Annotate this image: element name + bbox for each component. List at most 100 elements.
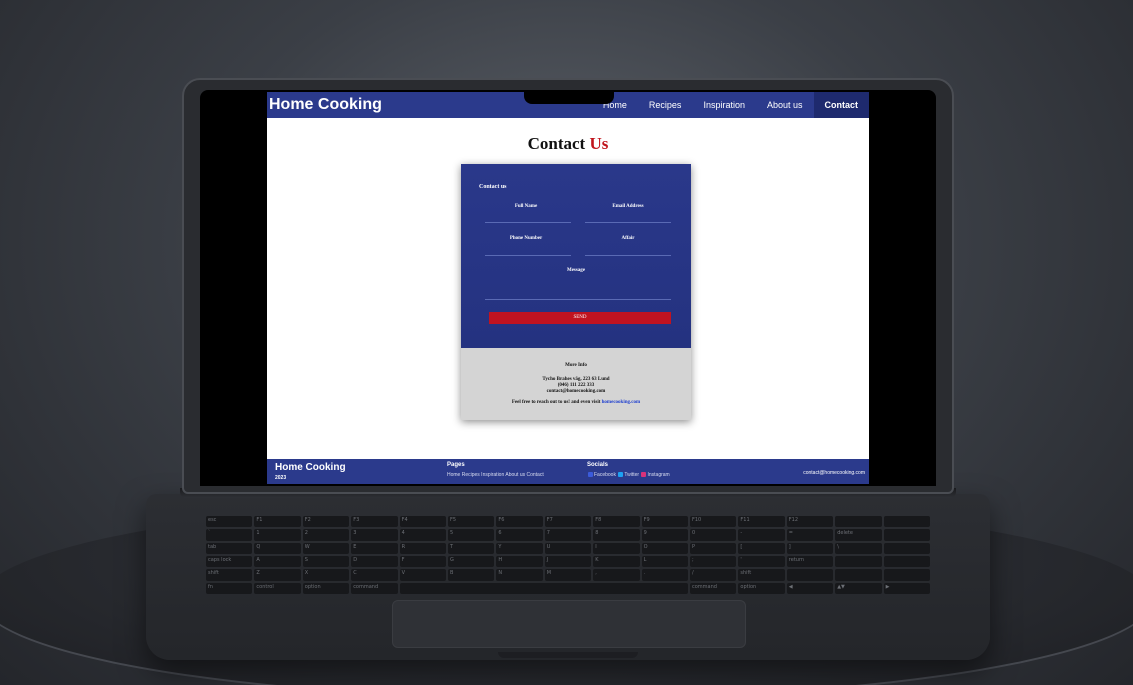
keyboard-key[interactable]: 2 bbox=[302, 529, 350, 541]
keyboard-key[interactable]: tab bbox=[206, 542, 253, 554]
twitter-icon[interactable] bbox=[618, 472, 624, 478]
instagram-icon[interactable] bbox=[641, 472, 647, 478]
keyboard-key[interactable] bbox=[883, 569, 930, 581]
keyboard-key[interactable]: S bbox=[302, 555, 350, 568]
keyboard-key[interactable]: ▶ bbox=[883, 582, 930, 594]
phone-input[interactable] bbox=[485, 255, 571, 256]
footer-pages-links[interactable]: Home Recipes Inspiration About us Contac… bbox=[447, 472, 544, 478]
keyboard-key[interactable]: ' bbox=[738, 555, 785, 568]
keyboard-key[interactable]: F9 bbox=[641, 516, 688, 528]
keyboard-key[interactable]: O bbox=[641, 542, 688, 554]
keyboard-key[interactable]: N bbox=[496, 569, 543, 581]
keyboard-key[interactable]: / bbox=[690, 569, 737, 581]
keyboard-key[interactable]: ▲▼ bbox=[835, 582, 882, 594]
keyboard-key[interactable]: ◀ bbox=[786, 582, 834, 594]
keyboard-key[interactable]: F8 bbox=[593, 516, 640, 528]
keyboard-key[interactable]: 5 bbox=[448, 529, 495, 541]
keyboard-key[interactable]: L bbox=[641, 555, 688, 568]
keyboard-key[interactable] bbox=[835, 516, 882, 528]
facebook-icon[interactable] bbox=[588, 472, 593, 478]
keyboard-key[interactable]: ; bbox=[690, 555, 737, 568]
keyboard-key[interactable]: . bbox=[641, 569, 688, 581]
keyboard-key[interactable]: C bbox=[351, 569, 398, 581]
keyboard-key[interactable]: ] bbox=[786, 542, 834, 554]
keyboard-key[interactable]: R bbox=[399, 542, 446, 554]
keyboard-key[interactable] bbox=[883, 542, 930, 554]
message-textarea[interactable] bbox=[485, 279, 671, 300]
keyboard-key[interactable]: F3 bbox=[351, 516, 398, 528]
keyboard-key[interactable]: command bbox=[690, 582, 737, 594]
keyboard-key[interactable]: T bbox=[448, 542, 495, 554]
keyboard-key[interactable]: F11 bbox=[738, 516, 785, 528]
keyboard-key[interactable]: command bbox=[351, 582, 398, 594]
keyboard-key[interactable]: D bbox=[351, 555, 398, 568]
keyboard-key[interactable]: F2 bbox=[302, 516, 350, 528]
keyboard-key[interactable]: - bbox=[738, 529, 785, 541]
keyboard-key[interactable]: F4 bbox=[399, 516, 446, 528]
keyboard-key[interactable]: A bbox=[254, 555, 301, 568]
keyboard-key[interactable]: [ bbox=[738, 542, 785, 554]
twitter-link[interactable]: Twitter bbox=[624, 472, 639, 478]
full-name-input[interactable] bbox=[485, 222, 571, 223]
info-cta-link[interactable]: homecooking.com bbox=[602, 400, 640, 405]
keyboard-key[interactable]: K bbox=[593, 555, 640, 568]
keyboard-key[interactable]: return bbox=[786, 555, 834, 568]
keyboard-key[interactable]: B bbox=[448, 569, 495, 581]
keyboard-key[interactable]: 4 bbox=[399, 529, 446, 541]
keyboard-key[interactable]: F5 bbox=[448, 516, 495, 528]
keyboard-key[interactable] bbox=[883, 555, 930, 568]
nav-recipes[interactable]: Recipes bbox=[638, 92, 693, 118]
keyboard-key[interactable]: shift bbox=[206, 569, 253, 581]
site-brand[interactable]: Home Cooking bbox=[269, 96, 382, 114]
keyboard-key[interactable]: W bbox=[302, 542, 350, 554]
keyboard-key[interactable] bbox=[835, 555, 882, 568]
keyboard-key[interactable]: caps lock bbox=[206, 555, 253, 568]
keyboard-key[interactable]: F6 bbox=[496, 516, 543, 528]
keyboard-key[interactable]: 3 bbox=[351, 529, 398, 541]
keyboard-key[interactable]: F10 bbox=[690, 516, 737, 528]
keyboard-key[interactable]: \ bbox=[835, 542, 882, 554]
keyboard-key[interactable]: control bbox=[254, 582, 301, 594]
affair-input[interactable] bbox=[585, 255, 671, 256]
trackpad[interactable] bbox=[392, 600, 746, 648]
keyboard-key[interactable]: M bbox=[544, 569, 592, 581]
keyboard-key[interactable]: V bbox=[399, 569, 446, 581]
keyboard-key[interactable]: 0 bbox=[690, 529, 737, 541]
nav-about-us[interactable]: About us bbox=[756, 92, 814, 118]
keyboard-key[interactable]: option bbox=[738, 582, 785, 594]
keyboard-key[interactable]: 9 bbox=[641, 529, 688, 541]
keyboard-key[interactable]: G bbox=[448, 555, 495, 568]
keyboard-key[interactable]: F7 bbox=[544, 516, 592, 528]
nav-contact[interactable]: Contact bbox=[813, 92, 869, 118]
keyboard-key[interactable]: shift bbox=[738, 569, 785, 581]
keyboard-key[interactable]: U bbox=[544, 542, 592, 554]
keyboard-key[interactable]: F1 bbox=[254, 516, 301, 528]
keyboard-key[interactable]: , bbox=[593, 569, 640, 581]
instagram-link[interactable]: Instagram bbox=[647, 472, 669, 478]
keyboard-key[interactable]: option bbox=[302, 582, 350, 594]
keyboard-key[interactable]: ` bbox=[206, 529, 253, 541]
email-input[interactable] bbox=[585, 222, 671, 223]
keyboard-key[interactable] bbox=[835, 569, 882, 581]
keyboard-key[interactable]: 8 bbox=[593, 529, 640, 541]
keyboard-key[interactable]: F12 bbox=[786, 516, 834, 528]
keyboard-key[interactable]: Z bbox=[254, 569, 301, 581]
keyboard-key[interactable]: Y bbox=[496, 542, 543, 554]
keyboard-key[interactable] bbox=[786, 569, 834, 581]
keyboard-key[interactable] bbox=[883, 516, 930, 528]
keyboard-key[interactable]: E bbox=[351, 542, 398, 554]
nav-inspiration[interactable]: Inspiration bbox=[692, 92, 756, 118]
keyboard-space-key[interactable] bbox=[399, 582, 688, 594]
keyboard-key[interactable]: = bbox=[786, 529, 834, 541]
keyboard-key[interactable]: Q bbox=[254, 542, 301, 554]
send-button[interactable]: SEND bbox=[489, 312, 671, 324]
keyboard-key[interactable]: F bbox=[399, 555, 446, 568]
keyboard-key[interactable]: J bbox=[544, 555, 592, 568]
keyboard-key[interactable]: P bbox=[690, 542, 737, 554]
footer-email[interactable]: contact@homecooking.com bbox=[803, 470, 865, 476]
keyboard-key[interactable]: I bbox=[593, 542, 640, 554]
keyboard-key[interactable]: fn bbox=[206, 582, 253, 594]
keyboard-key[interactable]: 1 bbox=[254, 529, 301, 541]
keyboard-key[interactable]: 6 bbox=[496, 529, 543, 541]
keyboard-key[interactable]: esc bbox=[206, 516, 253, 528]
